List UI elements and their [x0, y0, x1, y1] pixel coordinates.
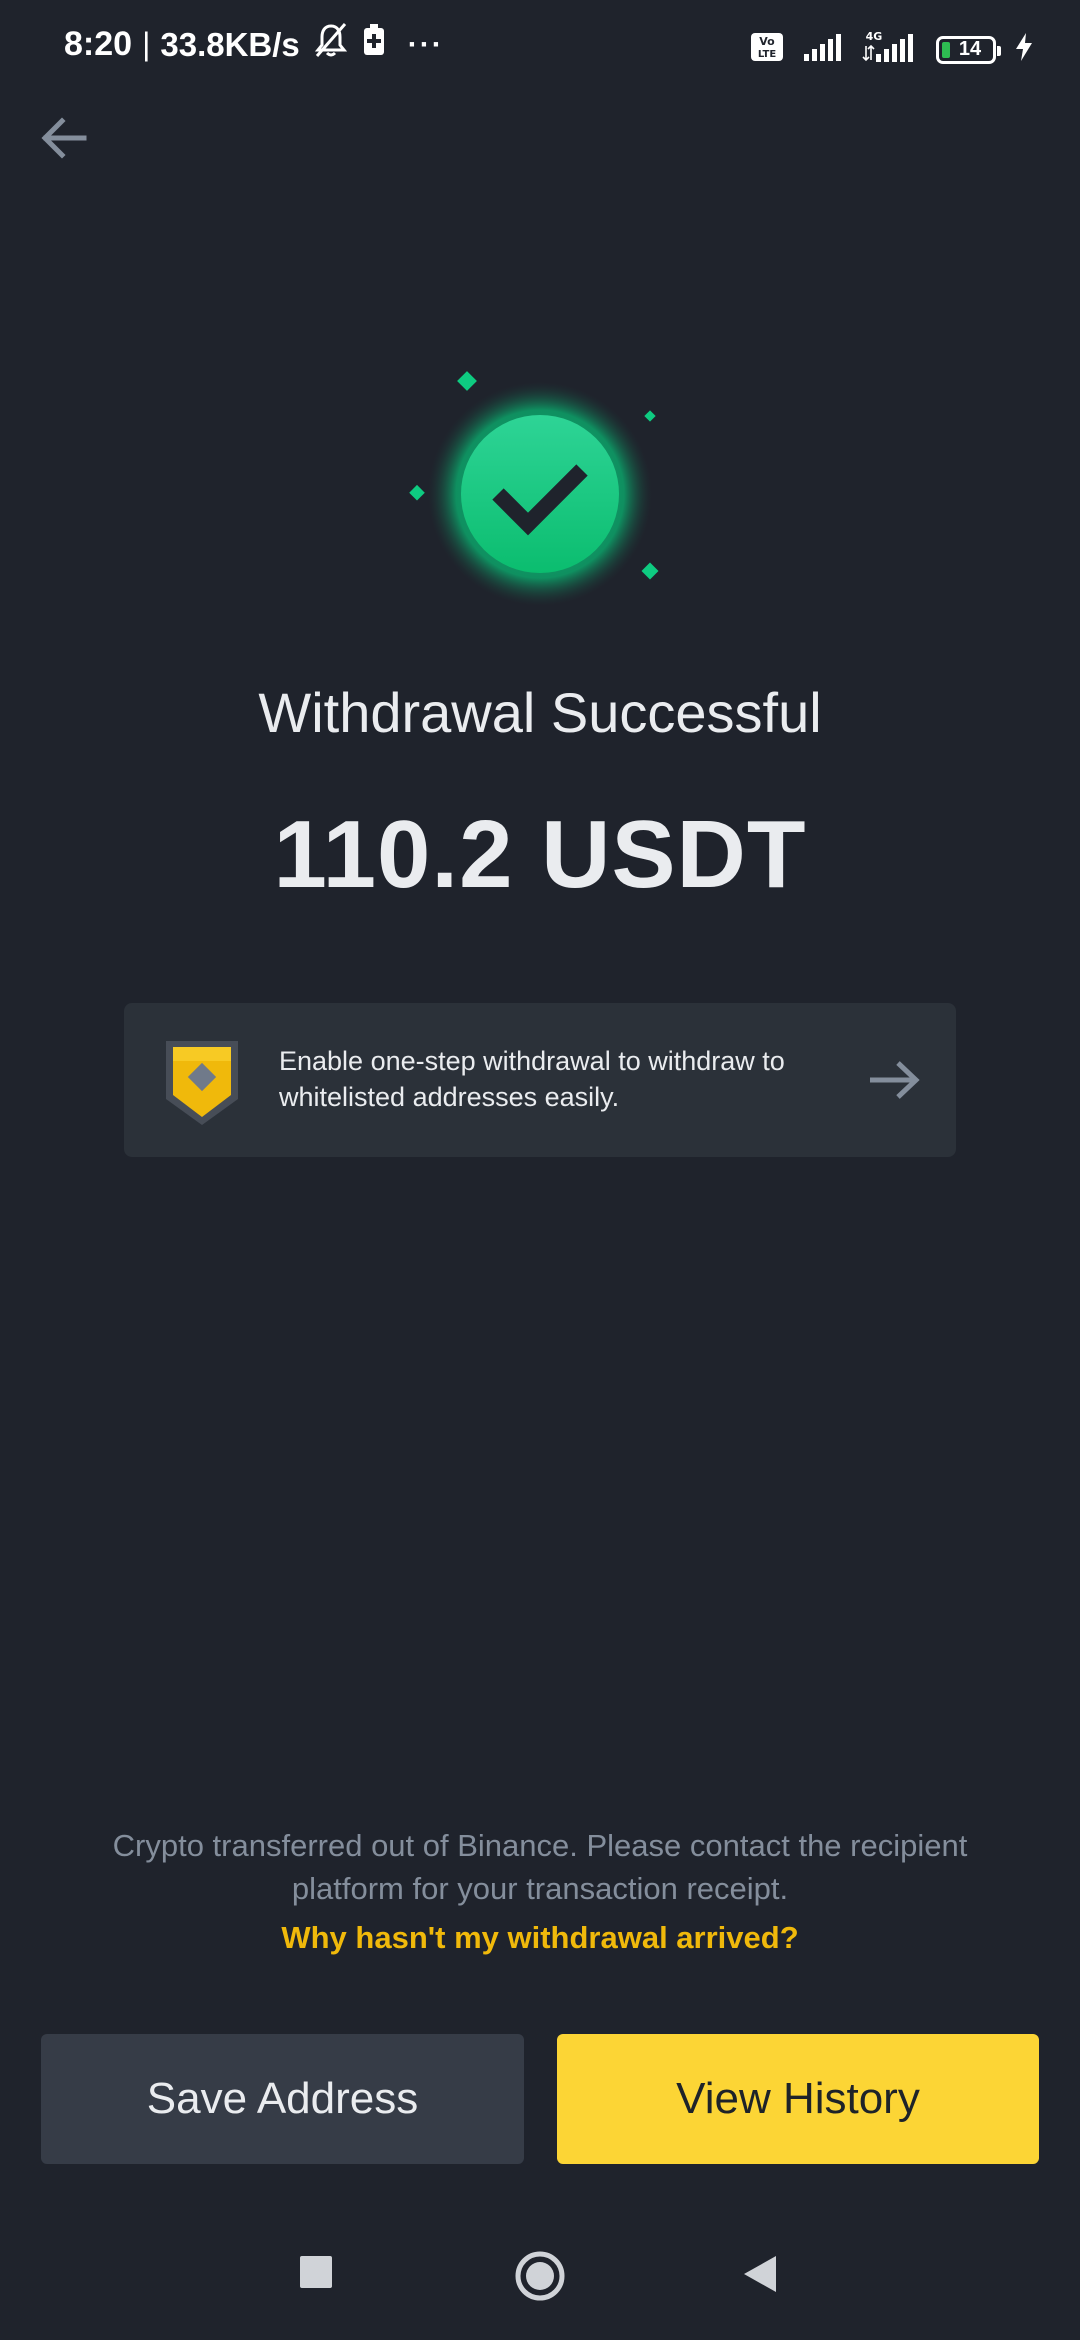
status-separator: | [142, 26, 151, 62]
signal-strength-icon-1 [802, 32, 844, 67]
one-step-withdrawal-banner[interactable]: Enable one-step withdrawal to withdraw t… [124, 1003, 956, 1157]
status-right: Vo LTE 4G 14 [750, 30, 1034, 69]
withdrawal-help-link[interactable]: Why hasn't my withdrawal arrived? [0, 1920, 1080, 1956]
charging-bolt-icon [1014, 32, 1034, 67]
recents-button[interactable] [298, 2254, 334, 2295]
screen: 8:20 | 33.8KB/s ··· Vo LTE 4G 14 Withdra… [0, 0, 1080, 2340]
back-button[interactable] [36, 108, 96, 168]
battery-saver-icon [362, 23, 386, 66]
status-time: 8:20 [64, 25, 133, 63]
status-left: 8:20 | 33.8KB/s ··· [64, 22, 444, 67]
shield-icon [162, 1037, 242, 1127]
view-history-button[interactable]: View History [557, 2034, 1039, 2164]
result-title: Withdrawal Successful [258, 681, 822, 744]
system-back-button[interactable] [742, 2254, 778, 2299]
transfer-note: Crypto transferred out of Binance. Pleas… [112, 1828, 968, 1906]
svg-text:LTE: LTE [758, 49, 777, 60]
save-address-button[interactable]: Save Address [41, 2034, 524, 2164]
volte-icon: Vo LTE [750, 32, 784, 67]
success-graphic [400, 360, 680, 620]
svg-text:Vo: Vo [759, 35, 775, 48]
home-button[interactable] [514, 2250, 566, 2307]
check-circle-icon [409, 371, 659, 606]
system-nav-bar [0, 2220, 1080, 2340]
withdrawal-amount: 110.2 USDT [273, 801, 807, 908]
circle-icon [514, 2251, 566, 2306]
network-speed: 33.8KB/s [160, 25, 300, 63]
arrow-left-icon [36, 117, 96, 172]
triangle-back-icon [742, 2256, 778, 2298]
battery-level: 14 [958, 38, 982, 60]
signal-4g-icon: 4G [862, 30, 918, 69]
promo-text: Enable one-step withdrawal to withdraw t… [279, 1046, 785, 1112]
battery-icon: 14 [936, 35, 1001, 64]
battery-level-fill [942, 41, 950, 58]
bell-muted-icon [314, 22, 348, 67]
arrow-right-icon [866, 1057, 922, 1103]
square-icon [298, 2256, 334, 2294]
svg-text:4G: 4G [866, 30, 883, 43]
status-bar: 8:20 | 33.8KB/s ··· Vo LTE 4G 14 [0, 0, 1080, 96]
more-notifications-icon: ··· [407, 27, 444, 61]
